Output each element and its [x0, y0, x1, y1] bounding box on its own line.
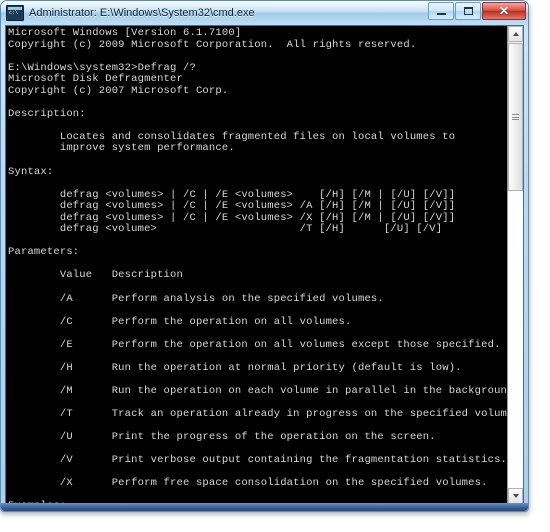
console-text: Microsoft Windows [Version 6.1.7100] Cop…: [8, 27, 507, 504]
chevron-down-icon: [512, 494, 519, 498]
console-client-area: Microsoft Windows [Version 6.1.7100] Cop…: [5, 25, 524, 505]
close-icon: ✕: [498, 4, 510, 18]
window-bottom-frame: [1, 503, 528, 511]
chevron-up-icon: [512, 32, 519, 36]
maximize-button[interactable]: [455, 2, 481, 20]
cmd-window: Administrator: E:\Windows\System32\cmd.e…: [0, 0, 529, 512]
cmd-console-icon: [6, 5, 24, 21]
vertical-scrollbar[interactable]: [507, 26, 523, 504]
scrollbar-track[interactable]: [508, 191, 523, 488]
window-title: Administrator: E:\Windows\System32\cmd.e…: [29, 7, 255, 19]
scrollbar-thumb[interactable]: [508, 43, 523, 191]
window-controls: ✕: [427, 2, 526, 20]
maximize-icon: [463, 7, 473, 15]
title-bar[interactable]: Administrator: E:\Windows\System32\cmd.e…: [1, 1, 528, 25]
close-button[interactable]: ✕: [482, 2, 526, 20]
scrollbar-grip-icon: [512, 113, 519, 122]
console-output[interactable]: Microsoft Windows [Version 6.1.7100] Cop…: [6, 26, 507, 504]
minimize-button[interactable]: [428, 2, 454, 20]
minimize-icon: [436, 13, 446, 15]
scroll-down-button[interactable]: [508, 488, 523, 504]
scroll-up-button[interactable]: [508, 26, 523, 42]
